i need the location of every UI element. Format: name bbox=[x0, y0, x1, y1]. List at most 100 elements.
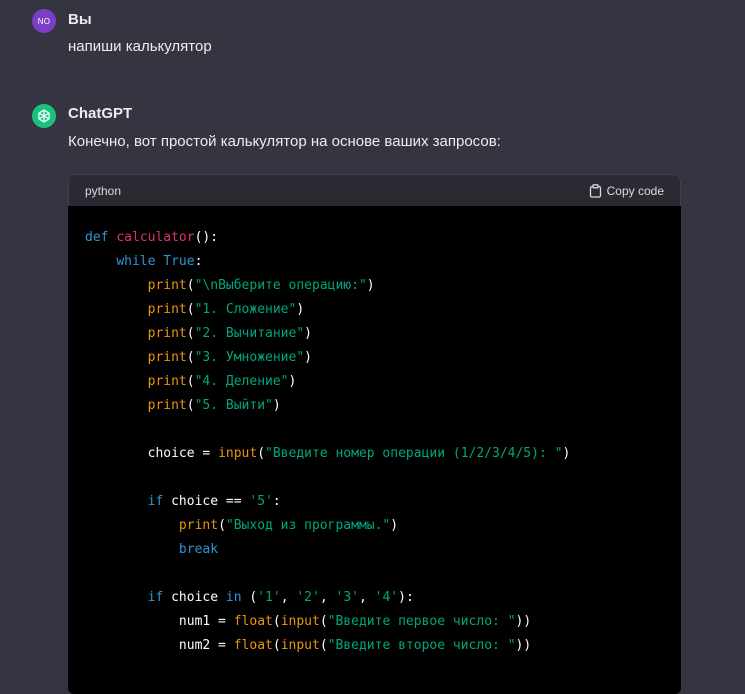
code-line: print("1. Сложение") bbox=[85, 298, 681, 322]
code-block: python Copy code def calculator(): while… bbox=[68, 174, 681, 694]
code-line: if choice == '5': bbox=[85, 490, 681, 514]
code-token: ( bbox=[186, 326, 195, 341]
assistant-message-text: Конечно, вот простой калькулятор на осно… bbox=[68, 133, 501, 150]
code-line: def calculator(): bbox=[85, 226, 681, 250]
copy-code-label: Copy code bbox=[606, 183, 664, 198]
code-token: ) bbox=[390, 518, 399, 533]
code-token: "Введите первое число: " bbox=[327, 614, 516, 629]
code-token: ( bbox=[272, 614, 281, 629]
code-token: num1 = bbox=[85, 614, 234, 629]
code-token: ( bbox=[257, 446, 266, 461]
code-token: calculator bbox=[116, 230, 195, 245]
code-line: num2 = float(input("Введите второе число… bbox=[85, 634, 681, 658]
code-token: print bbox=[147, 302, 187, 317]
code-content: def calculator(): while True: print("\nВ… bbox=[68, 206, 681, 658]
code-token: "5. Выйти" bbox=[194, 398, 273, 413]
code-token: '1' bbox=[257, 590, 281, 605]
code-token: ( bbox=[186, 278, 195, 293]
code-token: num2 = bbox=[85, 638, 234, 653]
code-token: "1. Сложение" bbox=[194, 302, 297, 317]
code-token: ( bbox=[319, 614, 328, 629]
code-token: break bbox=[178, 542, 219, 557]
code-token: input bbox=[280, 614, 320, 629]
user-avatar: NO bbox=[32, 9, 56, 33]
code-token: , bbox=[280, 590, 297, 605]
code-token: print bbox=[147, 278, 187, 293]
code-token: '3' bbox=[335, 590, 359, 605]
code-token: , bbox=[319, 590, 336, 605]
code-token: choice = bbox=[85, 446, 219, 461]
code-token: : bbox=[272, 494, 281, 509]
code-token: ) bbox=[304, 326, 312, 341]
code-line: print("5. Выйти") bbox=[85, 394, 681, 418]
user-message-text: напиши калькулятор bbox=[68, 38, 212, 55]
assistant-author-name: ChatGPT bbox=[68, 105, 133, 122]
code-token: input bbox=[280, 638, 320, 653]
code-line: print("\nВыберите операцию:") bbox=[85, 274, 681, 298]
code-token: "2. Вычитание" bbox=[194, 326, 305, 341]
clipboard-icon bbox=[589, 183, 602, 198]
code-token: : bbox=[194, 254, 203, 269]
code-token: )) bbox=[515, 638, 532, 653]
code-token: float bbox=[233, 614, 273, 629]
code-token: ( bbox=[272, 638, 281, 653]
user-author-name: Вы bbox=[68, 11, 92, 28]
copy-code-button[interactable]: Copy code bbox=[589, 184, 664, 198]
code-line: print("4. Деление") bbox=[85, 370, 681, 394]
code-line: break bbox=[85, 538, 681, 562]
code-block-header: python Copy code bbox=[68, 174, 681, 206]
code-token: choice == bbox=[171, 494, 250, 509]
code-token: print bbox=[147, 326, 187, 341]
code-token: "\nВыберите операцию:" bbox=[194, 278, 367, 293]
code-token: '2' bbox=[296, 590, 320, 605]
code-line: print("3. Умножение") bbox=[85, 346, 681, 370]
code-line: num1 = float(input("Введите первое число… bbox=[85, 610, 681, 634]
code-token: print bbox=[147, 350, 187, 365]
code-token: in bbox=[225, 590, 250, 605]
code-token: ): bbox=[398, 590, 414, 605]
code-token: print bbox=[147, 398, 187, 413]
code-token: ( bbox=[186, 302, 195, 317]
code-token: float bbox=[233, 638, 273, 653]
code-token: "Введите номер операции (1/2/3/4/5): " bbox=[265, 446, 563, 461]
code-token: ( bbox=[186, 398, 195, 413]
code-token: while bbox=[116, 254, 164, 269]
code-token: def bbox=[85, 230, 117, 245]
code-token: (): bbox=[194, 230, 219, 245]
code-token: ) bbox=[272, 398, 281, 413]
code-line: while True: bbox=[85, 250, 681, 274]
code-token: ) bbox=[366, 278, 375, 293]
code-line: if choice in ('1', '2', '3', '4'): bbox=[85, 586, 681, 610]
code-token: '4' bbox=[374, 590, 399, 605]
code-token: input bbox=[218, 446, 258, 461]
code-token: "Выход из программы." bbox=[225, 518, 391, 533]
code-token: ) bbox=[296, 302, 305, 317]
code-token: '5' bbox=[249, 494, 273, 509]
code-token: ( bbox=[186, 374, 195, 389]
code-token: print bbox=[147, 374, 187, 389]
code-token: )) bbox=[515, 614, 532, 629]
code-token: if bbox=[147, 590, 172, 605]
code-token: print bbox=[178, 518, 219, 533]
code-token: ) bbox=[288, 374, 297, 389]
code-language-label: python bbox=[85, 183, 122, 198]
code-line: print("Выход из программы.") bbox=[85, 514, 681, 538]
code-token: ( bbox=[319, 638, 328, 653]
code-token: choice bbox=[171, 590, 226, 605]
code-token: "3. Умножение" bbox=[194, 350, 305, 365]
code-token: ( bbox=[186, 350, 195, 365]
code-line: choice = input("Введите номер операции (… bbox=[85, 442, 681, 466]
openai-logo-icon bbox=[32, 104, 56, 128]
code-token: "Введите второе число: " bbox=[327, 638, 516, 653]
